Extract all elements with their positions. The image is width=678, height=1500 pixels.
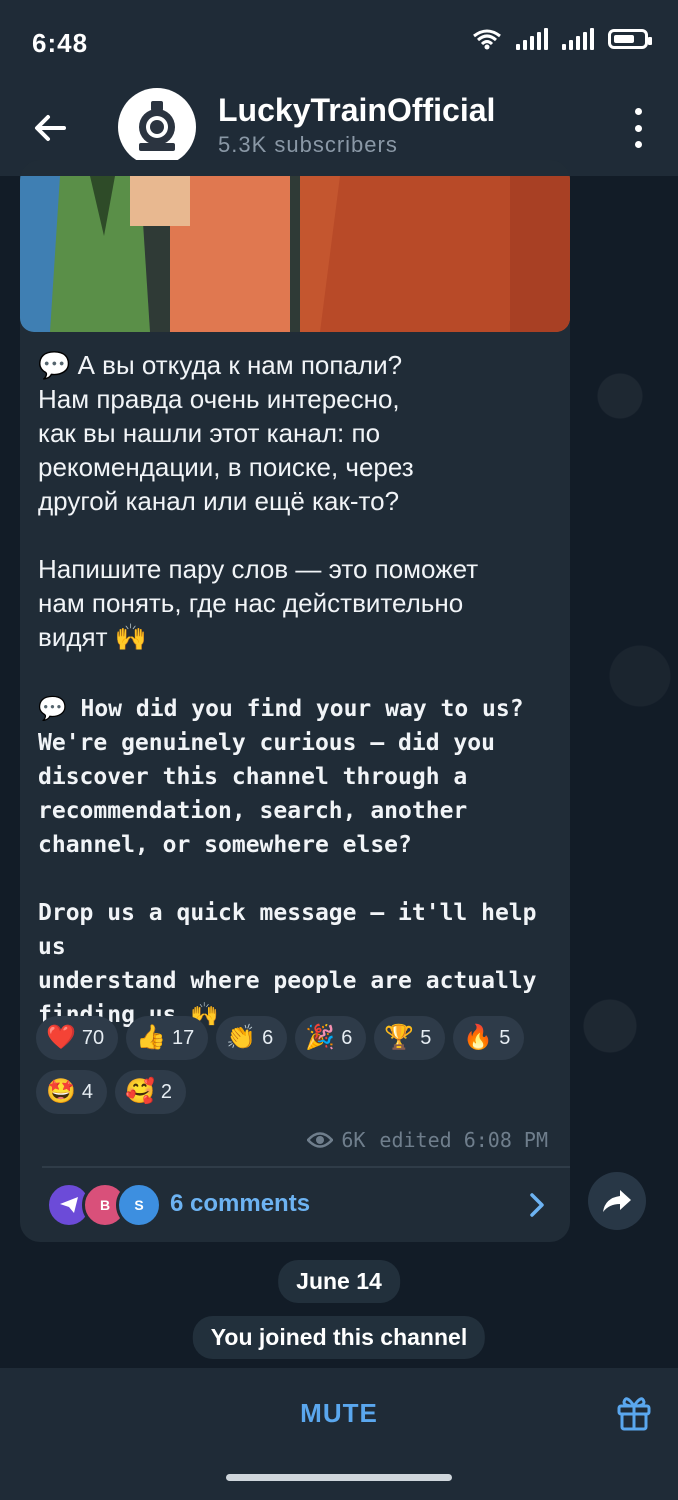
paper-plane-icon [60,1197,78,1213]
heart-emoji-icon: ❤️ [46,1024,76,1051]
edited-time: edited 6:08 PM [379,1128,548,1152]
reaction-count: 5 [499,1026,511,1049]
bottom-bar: MUTE [0,1368,678,1500]
reaction-count: 6 [262,1026,274,1049]
train-logo-icon [139,101,175,151]
gift-icon[interactable] [616,1392,652,1432]
more-menu-icon[interactable] [632,108,644,148]
post-image[interactable] [20,176,570,332]
thumbs-up-emoji-icon: 👍 [136,1024,167,1051]
share-button[interactable] [588,1172,646,1230]
reaction-heart[interactable]: ❤️ 70 [36,1016,119,1060]
reaction-star-struck[interactable]: 🤩 4 [36,1070,108,1114]
comments-row[interactable]: B S 6 comments [20,1172,570,1238]
comments-label[interactable]: 6 comments [170,1190,310,1218]
status-bar: 6:48 [0,0,678,80]
date-separator: June 14 [278,1260,400,1303]
comments-divider [42,1166,570,1168]
view-count: 6K [341,1128,366,1152]
reaction-count: 6 [341,1026,353,1049]
service-message: You joined this channel [192,1316,486,1359]
post-meta: 6K edited 6:08 PM [307,1128,548,1152]
party-popper-emoji-icon: 🎉 [305,1024,336,1051]
mute-button[interactable]: MUTE [0,1398,678,1429]
channel-title[interactable]: LuckyTrainOfficial [218,92,495,129]
status-icons [472,28,652,50]
reaction-smiling-hearts[interactable]: 🥰 2 [115,1070,187,1114]
star-struck-emoji-icon: 🤩 [46,1078,76,1105]
clap-emoji-icon: 👏 [226,1024,257,1051]
commenter-avatar: S [116,1182,162,1228]
channel-avatar[interactable] [118,88,196,166]
reaction-count: 17 [172,1026,195,1049]
wifi-icon [473,29,501,50]
reactions-list: ❤️ 70 👍 17 👏 6 🎉 6 🏆 5 🔥 5 🤩 4 🥰 2 [36,1016,556,1114]
post-text-english: 💬 How did you find your way to us? We're… [38,696,537,1028]
reaction-party[interactable]: 🎉 6 [295,1016,367,1060]
channel-post[interactable]: 💬 А вы откуда к нам попали? Нам правда о… [20,160,570,1242]
subscriber-count: 5.3K subscribers [218,132,398,157]
trophy-emoji-icon: 🏆 [384,1024,415,1051]
reaction-clap[interactable]: 👏 6 [216,1016,288,1060]
smiling-hearts-emoji-icon: 🥰 [125,1078,155,1105]
reaction-fire[interactable]: 🔥 5 [453,1016,525,1060]
status-time: 6:48 [32,28,89,58]
eye-icon [307,1132,334,1148]
signal-icon-2 [562,28,594,50]
signal-icon [516,28,548,50]
home-indicator [226,1474,452,1481]
back-arrow-icon[interactable] [30,108,70,148]
reaction-count: 2 [160,1080,173,1103]
battery-icon [608,29,652,49]
chevron-right-icon [530,1193,544,1217]
fire-emoji-icon: 🔥 [463,1024,494,1051]
post-text-russian: 💬 А вы откуда к нам попали? Нам правда о… [38,350,479,652]
reaction-trophy[interactable]: 🏆 5 [374,1016,446,1060]
share-arrow-icon [603,1190,631,1212]
reaction-count: 70 [81,1026,105,1049]
reaction-count: 4 [81,1080,94,1103]
reaction-thumbs-up[interactable]: 👍 17 [126,1016,209,1060]
reaction-count: 5 [420,1026,432,1049]
